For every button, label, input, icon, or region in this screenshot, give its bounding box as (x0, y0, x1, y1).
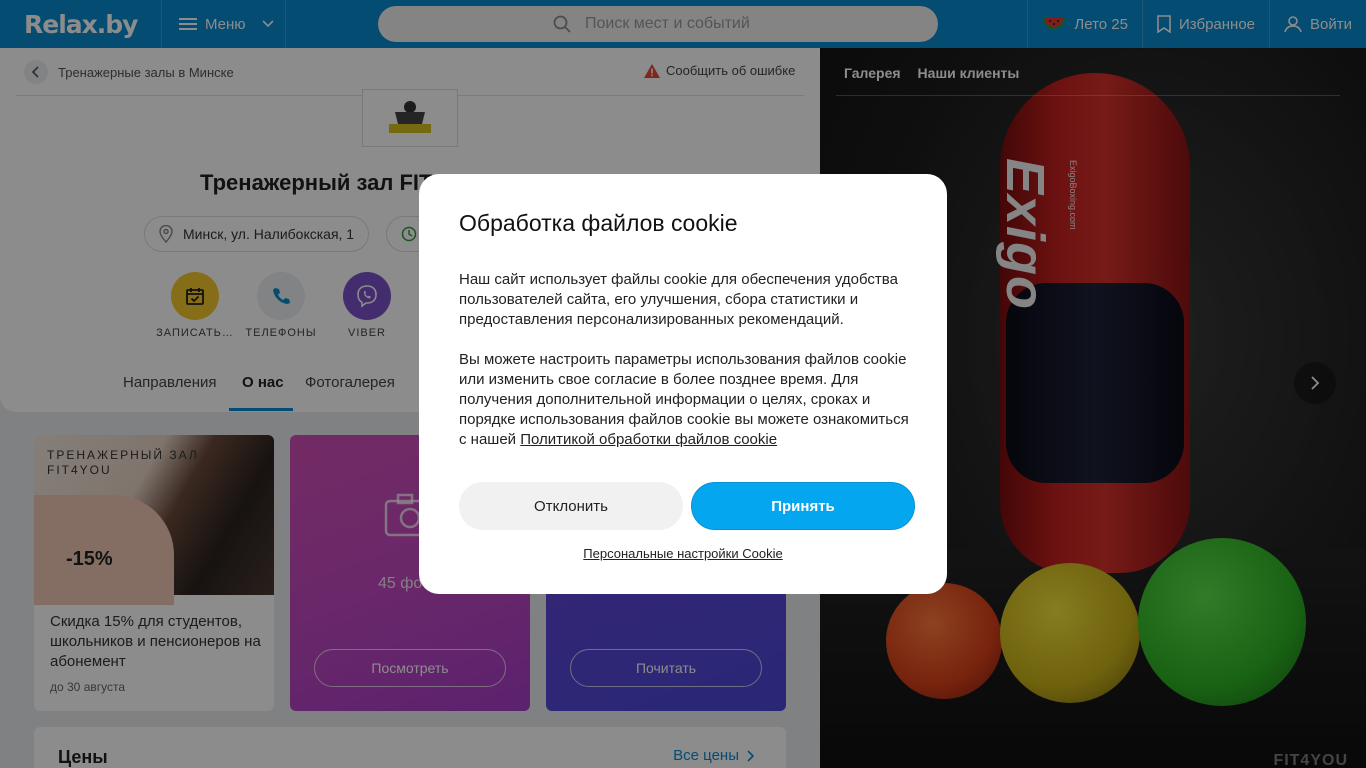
cookie-title: Обработка файлов cookie (459, 210, 738, 236)
cookie-text-1: Наш сайт использует файлы cookie для обе… (459, 271, 898, 328)
cookie-modal: Обработка файлов cookie Наш сайт использ… (419, 174, 947, 594)
accept-button[interactable]: Принять (691, 482, 915, 530)
cookie-policy-link[interactable]: Политикой обработки файлов cookie (520, 431, 777, 448)
decline-button[interactable]: Отклонить (459, 482, 683, 530)
cookie-text-2: Вы можете настроить параметры использова… (459, 350, 919, 450)
cookie-settings-link[interactable]: Персональные настройки Cookie (419, 546, 947, 561)
